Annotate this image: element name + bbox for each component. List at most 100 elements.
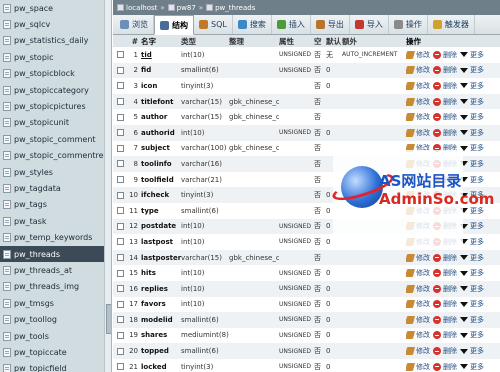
delete-button[interactable]: 删除 [433, 112, 457, 122]
sidebar-item-table[interactable]: pw_stopicpictures [0, 98, 104, 114]
more-button[interactable]: 更多 [460, 315, 484, 325]
edit-button[interactable]: 修改 [406, 362, 430, 372]
row-checkbox[interactable] [116, 285, 124, 293]
row-checkbox[interactable] [116, 269, 124, 277]
more-button[interactable]: 更多 [460, 143, 484, 153]
row-checkbox[interactable] [116, 207, 124, 215]
sidebar-item-table[interactable]: pw_threads_at [0, 262, 104, 278]
edit-button[interactable]: 修改 [406, 97, 430, 107]
more-button[interactable]: 更多 [460, 253, 484, 263]
edit-button[interactable]: 修改 [406, 81, 430, 91]
row-checkbox[interactable] [116, 191, 124, 199]
row-checkbox[interactable] [116, 363, 124, 371]
sidebar-item-table[interactable]: pw_topicfield [0, 361, 104, 372]
sidebar-item-table[interactable]: pw_threads_img [0, 279, 104, 295]
sidebar-item-table[interactable]: pw_stopicblock [0, 66, 104, 82]
delete-button[interactable]: 删除 [433, 50, 457, 60]
edit-button[interactable]: 修改 [406, 284, 430, 294]
row-checkbox[interactable] [116, 347, 124, 355]
more-button[interactable]: 更多 [460, 175, 484, 185]
delete-button[interactable]: 删除 [433, 81, 457, 91]
sidebar-item-table[interactable]: pw_toollog [0, 311, 104, 327]
row-checkbox[interactable] [116, 113, 124, 121]
delete-button[interactable]: 删除 [433, 346, 457, 356]
more-button[interactable]: 更多 [460, 97, 484, 107]
row-checkbox[interactable] [116, 238, 124, 246]
more-button[interactable]: 更多 [460, 346, 484, 356]
delete-button[interactable]: 删除 [433, 330, 457, 340]
sidebar-item-table[interactable]: pw_sqlcv [0, 16, 104, 32]
sidebar-item-table[interactable]: pw_topiccate [0, 344, 104, 360]
sidebar-item-table[interactable]: pw_statistics_daily [0, 33, 104, 49]
sidebar-item-table[interactable]: pw_tools [0, 328, 104, 344]
sidebar-item-table[interactable]: pw_tmsgs [0, 295, 104, 311]
row-checkbox[interactable] [116, 66, 124, 74]
more-button[interactable]: 更多 [460, 159, 484, 169]
edit-button[interactable]: 修改 [406, 330, 430, 340]
sidebar-item-table[interactable]: pw_task [0, 213, 104, 229]
sidebar-item-table[interactable]: pw_threads [0, 245, 104, 263]
delete-button[interactable]: 删除 [433, 128, 457, 138]
sidebar-item-table[interactable]: pw_stopicunit [0, 115, 104, 131]
more-button[interactable]: 更多 [460, 128, 484, 138]
edit-button[interactable]: 修改 [406, 299, 430, 309]
tab-3[interactable]: 搜索 [233, 15, 272, 34]
row-checkbox[interactable] [116, 176, 124, 184]
sidebar-item-table[interactable]: pw_tags [0, 197, 104, 213]
tab-2[interactable]: SQL [194, 15, 233, 34]
delete-button[interactable]: 删除 [433, 315, 457, 325]
row-checkbox[interactable] [116, 316, 124, 324]
row-checkbox[interactable] [116, 82, 124, 90]
row-checkbox[interactable] [116, 51, 124, 59]
row-checkbox[interactable] [116, 129, 124, 137]
delete-button[interactable]: 删除 [433, 268, 457, 278]
sidebar-item-table[interactable]: pw_stopic [0, 49, 104, 65]
more-button[interactable]: 更多 [460, 268, 484, 278]
delete-button[interactable]: 删除 [433, 362, 457, 372]
more-button[interactable]: 更多 [460, 221, 484, 231]
more-button[interactable]: 更多 [460, 299, 484, 309]
sidebar-item-table[interactable]: pw_stopiccategory [0, 82, 104, 98]
row-checkbox[interactable] [116, 160, 124, 168]
row-checkbox[interactable] [116, 144, 124, 152]
sidebar-item-table[interactable]: pw_styles [0, 164, 104, 180]
row-checkbox[interactable] [116, 300, 124, 308]
tab-6[interactable]: 导入 [350, 15, 389, 34]
more-button[interactable]: 更多 [460, 330, 484, 340]
edit-button[interactable]: 修改 [406, 268, 430, 278]
edit-button[interactable]: 修改 [406, 253, 430, 263]
sidebar-scrollbar[interactable] [104, 0, 111, 372]
breadcrumb-server[interactable]: localhost [126, 4, 157, 12]
more-button[interactable]: 更多 [460, 237, 484, 247]
tab-8[interactable]: 触发器 [428, 15, 475, 34]
edit-button[interactable]: 修改 [406, 315, 430, 325]
edit-button[interactable]: 修改 [406, 50, 430, 60]
delete-button[interactable]: 删除 [433, 253, 457, 263]
sidebar-scrollbar-thumb[interactable] [106, 304, 111, 334]
sidebar-item-table[interactable]: pw_stopic_comment [0, 131, 104, 147]
tab-0[interactable]: 浏览 [115, 15, 154, 34]
tab-1[interactable]: 结构 [154, 15, 194, 35]
tab-7[interactable]: 操作 [389, 15, 428, 34]
tab-5[interactable]: 导出 [311, 15, 350, 34]
edit-button[interactable]: 修改 [406, 128, 430, 138]
row-checkbox[interactable] [116, 331, 124, 339]
more-button[interactable]: 更多 [460, 284, 484, 294]
row-checkbox[interactable] [116, 222, 124, 230]
sidebar-item-table[interactable]: pw_stopic_commentre [0, 148, 104, 164]
sidebar-item-table[interactable]: pw_tagdata [0, 180, 104, 196]
more-button[interactable]: 更多 [460, 65, 484, 75]
delete-button[interactable]: 删除 [433, 97, 457, 107]
breadcrumb-database[interactable]: pw87 [177, 4, 196, 12]
edit-button[interactable]: 修改 [406, 112, 430, 122]
breadcrumb-table[interactable]: pw_threads [215, 4, 255, 12]
tab-4[interactable]: 插入 [272, 15, 311, 34]
row-checkbox[interactable] [116, 98, 124, 106]
delete-button[interactable]: 删除 [433, 284, 457, 294]
sidebar-item-table[interactable]: pw_temp_keywords [0, 229, 104, 245]
delete-button[interactable]: 删除 [433, 299, 457, 309]
row-checkbox[interactable] [116, 254, 124, 262]
more-button[interactable]: 更多 [460, 112, 484, 122]
more-button[interactable]: 更多 [460, 81, 484, 91]
delete-button[interactable]: 删除 [433, 65, 457, 75]
